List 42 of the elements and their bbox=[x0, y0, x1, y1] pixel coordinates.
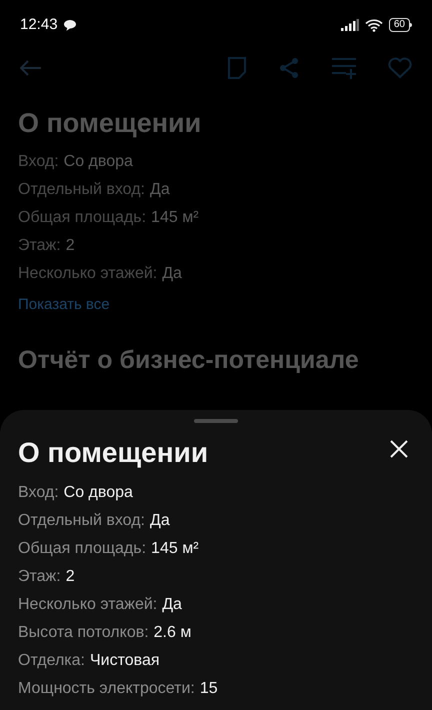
property-label: Несколько этажей: bbox=[18, 264, 158, 284]
property-value: 145 м² bbox=[151, 208, 199, 228]
drag-handle[interactable] bbox=[194, 419, 238, 423]
sheet-title: О помещении bbox=[18, 436, 208, 470]
property-value: Со двора bbox=[64, 483, 133, 503]
chat-bubble-icon bbox=[64, 20, 76, 30]
property-value: Да bbox=[162, 264, 182, 284]
back-arrow-icon[interactable] bbox=[20, 60, 42, 76]
compare-list-icon[interactable] bbox=[332, 57, 356, 79]
property-value: Да bbox=[150, 511, 170, 531]
section-title: О помещении bbox=[18, 107, 202, 140]
property-value: Да bbox=[162, 595, 182, 615]
property-label: Этаж: bbox=[18, 567, 61, 587]
clock: 12:43 bbox=[20, 14, 58, 35]
property-value: 2 bbox=[66, 236, 75, 256]
property-label: Этаж: bbox=[18, 236, 61, 256]
show-all-link[interactable]: Показать все bbox=[18, 290, 414, 319]
property-value: 2 bbox=[66, 567, 75, 587]
share-icon[interactable] bbox=[278, 57, 300, 79]
property-label: Высота потолков: bbox=[18, 623, 149, 643]
section-title: Отчёт о бизнес-потенциале bbox=[18, 345, 360, 376]
note-icon[interactable] bbox=[228, 57, 246, 79]
property-label: Вход: bbox=[18, 483, 59, 503]
property-value: 145 м² bbox=[151, 539, 199, 559]
property-label: Несколько этажей: bbox=[18, 595, 158, 615]
close-icon[interactable] bbox=[390, 440, 408, 458]
property-value: Да bbox=[150, 180, 170, 200]
property-label: Общая площадь: bbox=[18, 208, 146, 228]
signal-icon bbox=[340, 19, 359, 31]
property-label: Отдельный вход: bbox=[18, 511, 145, 531]
property-label: Отдельный вход: bbox=[18, 180, 145, 200]
property-label: Вход: bbox=[18, 152, 59, 172]
heart-icon[interactable] bbox=[388, 57, 412, 79]
battery-level: 60 bbox=[388, 18, 410, 32]
property-value: 15 bbox=[200, 679, 218, 699]
property-value: Чистовая bbox=[90, 651, 160, 671]
property-label: Мощность электросети: bbox=[18, 679, 195, 699]
property-value: 2.6 м bbox=[154, 623, 192, 643]
property-value: Со двора bbox=[64, 152, 133, 172]
wifi-icon bbox=[364, 18, 383, 32]
property-label: Общая площадь: bbox=[18, 539, 146, 559]
property-label: Отделка: bbox=[18, 651, 85, 671]
